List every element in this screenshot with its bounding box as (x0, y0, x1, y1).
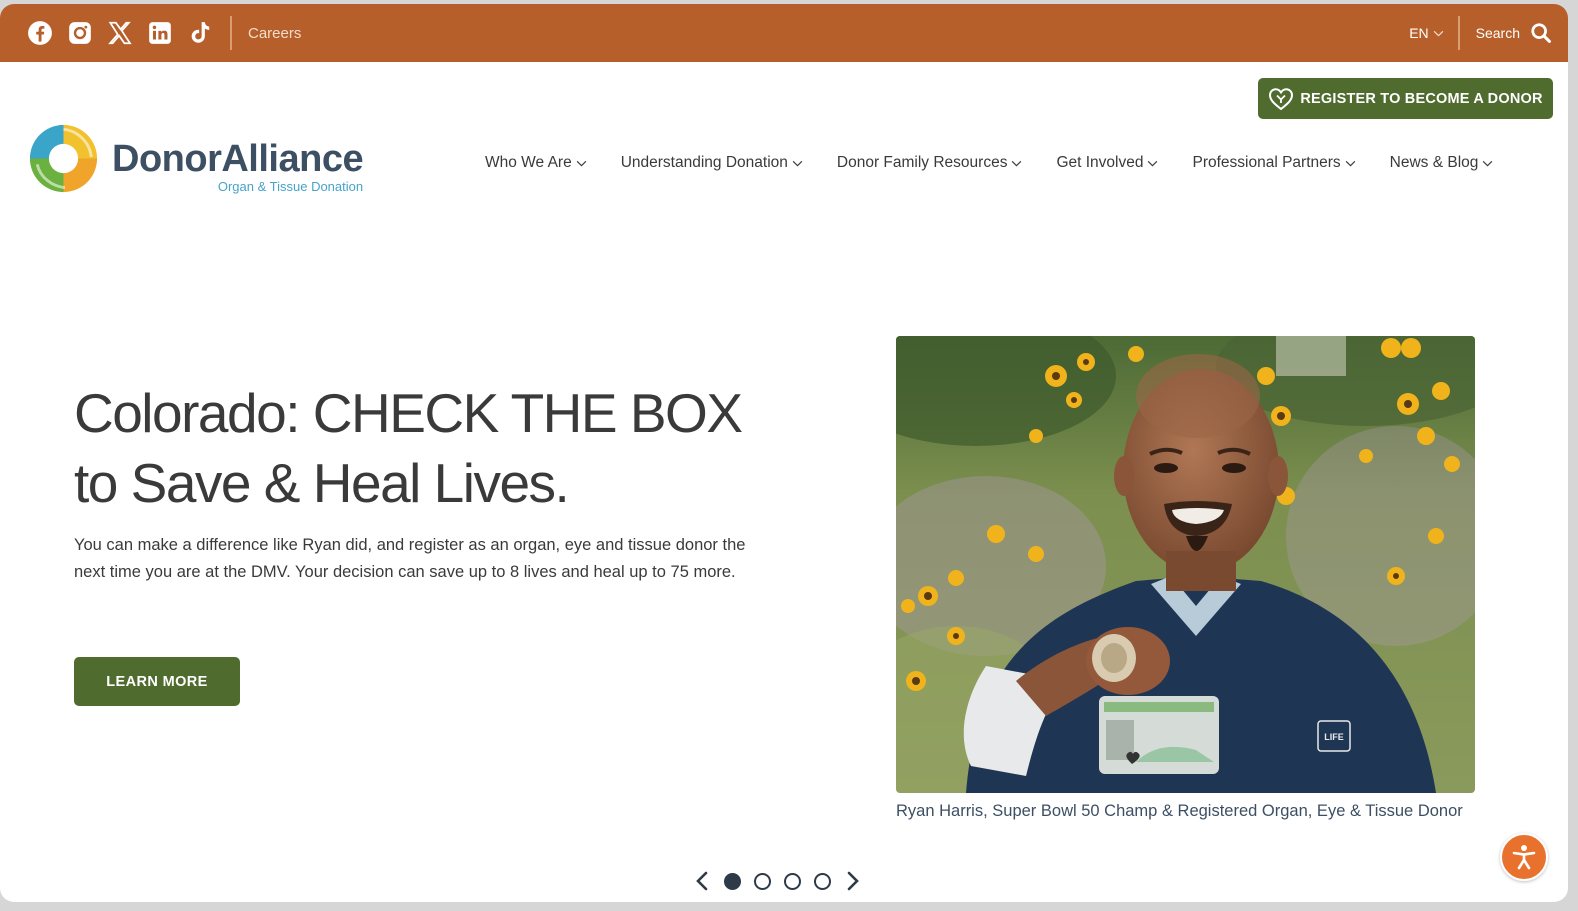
nav-news-blog[interactable]: News & Blog (1390, 154, 1494, 172)
language-label: EN (1409, 25, 1429, 41)
carousel-controls (693, 870, 862, 892)
register-donor-button[interactable]: REGISTER TO BECOME A DONOR (1258, 78, 1553, 119)
register-donor-label: REGISTER TO BECOME A DONOR (1300, 90, 1543, 107)
nav-professional-partners[interactable]: Professional Partners (1192, 154, 1355, 172)
top-right-controls: EN Search (1409, 16, 1552, 50)
chevron-down-icon (792, 160, 803, 166)
chevron-down-icon (1483, 160, 1493, 166)
language-selector[interactable]: EN (1409, 25, 1443, 41)
photo-caption: Ryan Harris, Super Bowl 50 Champ & Regis… (896, 802, 1463, 820)
tiktok-icon[interactable] (186, 19, 214, 47)
chevron-down-icon (1433, 30, 1443, 37)
chevron-down-icon (1012, 160, 1022, 166)
accessibility-icon (1512, 845, 1536, 870)
hero-title-line-1: Colorado: CHECK THE BOX (74, 382, 743, 444)
nav-who-we-are[interactable]: Who We Are (485, 154, 587, 172)
nav-label: Donor Family Resources (836, 154, 1008, 171)
nav-label: Get Involved (1056, 154, 1144, 171)
hero-photo: LIFE (896, 336, 1475, 793)
logo-subtitle: Organ & Tissue Donation (217, 178, 364, 194)
careers-link[interactable]: Careers (248, 25, 301, 42)
learn-more-button[interactable]: LEARN MORE (74, 657, 240, 706)
carousel-dot-4[interactable] (814, 872, 831, 890)
nav-donor-family-resources[interactable]: Donor Family Resources (837, 154, 1023, 172)
hero-description: You can make a difference like Ryan did,… (74, 536, 746, 581)
search-button[interactable]: Search (1476, 22, 1552, 44)
nav-label: Understanding Donation (620, 154, 788, 171)
x-icon[interactable] (106, 19, 134, 47)
nav-label: News & Blog (1389, 154, 1479, 171)
linkedin-icon[interactable] (146, 19, 174, 47)
search-icon (1531, 23, 1551, 43)
chevron-left-icon[interactable] (693, 870, 711, 892)
divider (230, 16, 232, 50)
divider (1457, 16, 1460, 50)
heart-icon (1269, 87, 1294, 110)
main-nav: Who We Are Understanding Donation Donor … (485, 154, 1493, 172)
facebook-icon[interactable] (26, 19, 54, 47)
nav-label: Who We Are (485, 154, 572, 171)
chevron-right-icon[interactable] (844, 870, 862, 892)
social-links (26, 19, 214, 47)
carousel-dot-3[interactable] (784, 872, 801, 890)
hero-title-line-2: to Save & Heal Lives. (74, 452, 570, 514)
carousel-dot-1[interactable] (724, 872, 741, 890)
instagram-icon[interactable] (66, 19, 94, 47)
hero-title: Colorado: CHECK THE BOX to Save & Heal L… (74, 378, 814, 518)
chevron-down-icon (576, 160, 586, 166)
chevron-down-icon (1345, 160, 1355, 166)
site-logo[interactable]: DonorAlliance Organ & Tissue Donation (27, 122, 364, 195)
donor-alliance-logo-icon (28, 123, 99, 194)
nav-understanding-donation[interactable]: Understanding Donation (621, 154, 803, 172)
logo-name: DonorAlliance (112, 137, 364, 180)
top-utility-bar: Careers EN Search (0, 4, 1568, 62)
carousel-dot-2[interactable] (754, 872, 771, 890)
logo-text: DonorAlliance Organ & Tissue Donation (112, 137, 364, 194)
accessibility-button[interactable] (1500, 833, 1548, 881)
svg-text:LIFE: LIFE (1324, 732, 1344, 742)
page-frame: Careers EN Search DonorAlliance Organ & … (0, 4, 1568, 902)
nav-get-involved[interactable]: Get Involved (1056, 154, 1158, 172)
chevron-down-icon (1148, 160, 1158, 166)
nav-label: Professional Partners (1192, 154, 1341, 171)
search-label: Search (1475, 25, 1520, 41)
